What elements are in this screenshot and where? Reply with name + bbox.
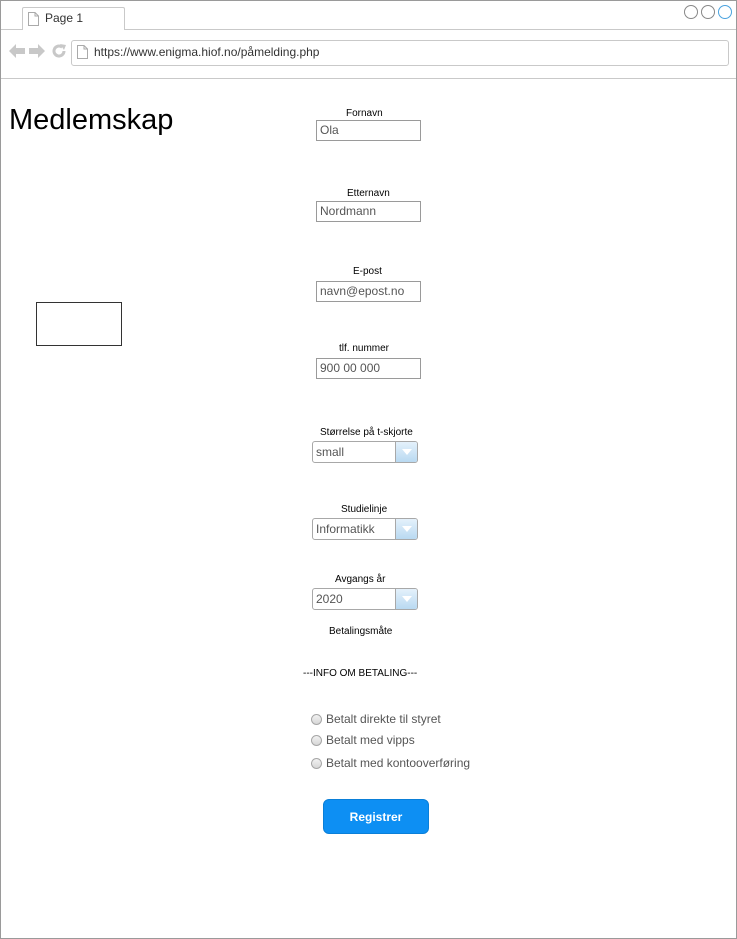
back-arrow-icon[interactable]	[9, 44, 25, 63]
minimize-button[interactable]	[684, 5, 698, 19]
radio-label: Betalt direkte til styret	[326, 712, 441, 726]
avgangsaar-select[interactable]: 2020	[312, 588, 418, 610]
radio-button[interactable]	[311, 714, 322, 725]
browser-toolbar: https://www.enigma.hiof.no/påmelding.php	[1, 30, 736, 79]
tlf-input[interactable]: 900 00 000	[316, 358, 421, 379]
epost-label: E-post	[353, 266, 382, 277]
radio-label: Betalt med vipps	[326, 733, 415, 747]
page-title: Medlemskap	[9, 104, 174, 136]
fornavn-label: Fornavn	[346, 108, 383, 119]
betaling-info: ---INFO OM BETALING---	[303, 668, 418, 679]
chevron-down-icon[interactable]	[395, 519, 417, 539]
page-icon	[77, 45, 88, 64]
studielinje-label: Studielinje	[341, 504, 388, 515]
close-button[interactable]	[718, 5, 732, 19]
etternavn-label: Etternavn	[347, 188, 390, 199]
betaling-label: Betalingsmåte	[329, 626, 393, 637]
radio-label: Betalt med kontooverføring	[326, 756, 471, 770]
tshirt-label: Størrelse på t-skjorte	[320, 427, 413, 438]
url-text: https://www.enigma.hiof.no/påmelding.php	[94, 45, 320, 59]
avgangsaar-selected-value: 2020	[316, 592, 343, 606]
chevron-down-icon[interactable]	[395, 442, 417, 462]
maximize-button[interactable]	[701, 5, 715, 19]
avgangsaar-label: Avgangs år	[335, 574, 386, 585]
tshirt-selected-value: small	[316, 445, 345, 459]
reload-icon[interactable]	[52, 44, 66, 63]
studielinje-selected-value: Informatikk	[316, 522, 375, 536]
radio-button[interactable]	[311, 735, 322, 746]
tab-label: Page 1	[45, 11, 84, 25]
studielinje-select[interactable]: Informatikk	[312, 518, 418, 540]
radio-button[interactable]	[311, 758, 322, 769]
page-icon	[28, 12, 39, 31]
registrer-button[interactable]: Registrer	[323, 799, 429, 834]
epost-input[interactable]: navn@epost.no	[316, 281, 421, 302]
browser-window: Page 1 https://www.enigma.hiof.no/påmeld…	[0, 0, 737, 939]
address-bar[interactable]: https://www.enigma.hiof.no/påmelding.php	[71, 40, 729, 66]
browser-tab[interactable]: Page 1	[22, 7, 125, 30]
tab-bar: Page 1	[1, 1, 736, 30]
chevron-down-icon[interactable]	[395, 589, 417, 609]
etternavn-input[interactable]: Nordmann	[316, 201, 421, 222]
tshirt-select[interactable]: small	[312, 441, 418, 463]
image-placeholder	[36, 302, 122, 346]
tlf-label: tlf. nummer	[339, 343, 390, 354]
fornavn-input[interactable]: Ola	[316, 120, 421, 141]
forward-arrow-icon[interactable]	[29, 44, 45, 63]
